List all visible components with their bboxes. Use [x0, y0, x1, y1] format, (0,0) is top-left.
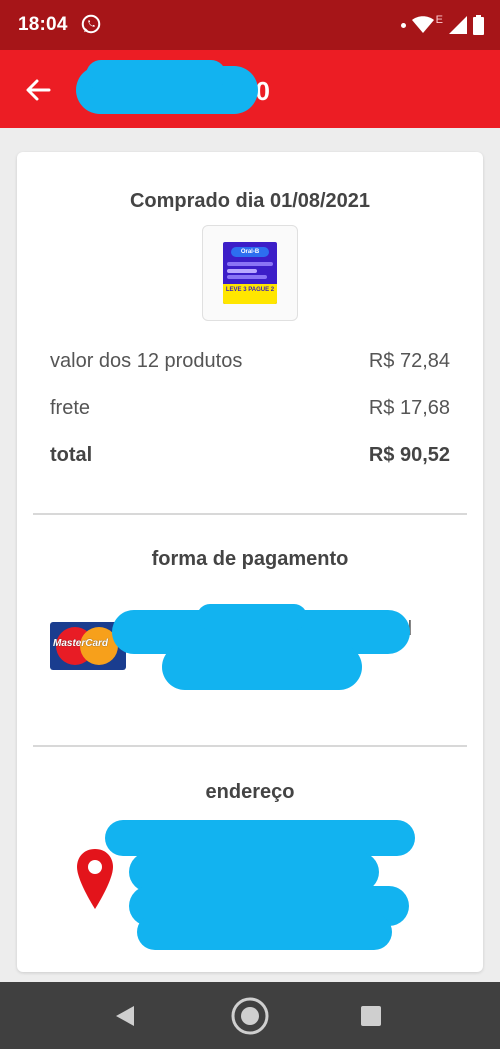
summary-value: R$ 72,84	[368, 350, 450, 372]
status-time: 18:04	[18, 14, 68, 35]
redaction-mark	[197, 604, 307, 630]
divider	[33, 745, 467, 747]
summary-label: frete	[50, 397, 91, 419]
product-thumbnail[interactable]: Oral-B LEVE 3 PAGUE 2	[202, 225, 298, 321]
signal-icon	[449, 16, 467, 34]
payment-section-title: forma de pagamento	[151, 548, 349, 570]
redaction-mark	[137, 914, 392, 950]
page-title: 0	[76, 60, 276, 114]
battery-icon	[473, 15, 484, 35]
summary-value: R$ 90,52	[368, 444, 450, 466]
product-brand-label: Oral-B	[231, 247, 269, 257]
network-type-label: E	[435, 14, 443, 26]
status-bar: 18:04 E	[0, 0, 500, 50]
purchase-date-title: Comprado dia 01/08/2021	[129, 190, 371, 212]
redaction-mark	[86, 60, 226, 90]
divider	[33, 513, 467, 515]
redaction-mark	[105, 820, 415, 856]
whatsapp-icon	[81, 14, 101, 34]
summary-label: total	[50, 444, 93, 466]
system-home-button[interactable]	[215, 982, 285, 1049]
order-card: Comprado dia 01/08/2021 Oral-B LEVE 3 PA…	[17, 152, 483, 972]
back-triangle-icon	[116, 1005, 134, 1026]
home-circle-icon	[231, 997, 269, 1034]
address-section-title: endereço	[205, 781, 295, 803]
arrow-left-icon	[26, 79, 51, 101]
app-bar: 0	[0, 50, 500, 128]
summary-value: R$ 17,68	[368, 397, 450, 419]
system-recents-button[interactable]	[336, 982, 406, 1049]
back-button[interactable]	[18, 72, 58, 108]
notification-dot-icon	[400, 22, 406, 28]
wifi-icon	[411, 16, 434, 33]
location-pin-icon	[77, 849, 113, 909]
product-image: Oral-B LEVE 3 PAGUE 2	[223, 242, 277, 304]
recents-square-icon	[361, 1005, 381, 1026]
summary-label: valor dos 12 produtos	[50, 350, 243, 372]
redaction-mark	[162, 644, 362, 690]
product-promo-label: LEVE 3 PAGUE 2	[223, 284, 277, 304]
system-back-button[interactable]	[90, 982, 160, 1049]
system-nav-bar	[0, 982, 500, 1049]
